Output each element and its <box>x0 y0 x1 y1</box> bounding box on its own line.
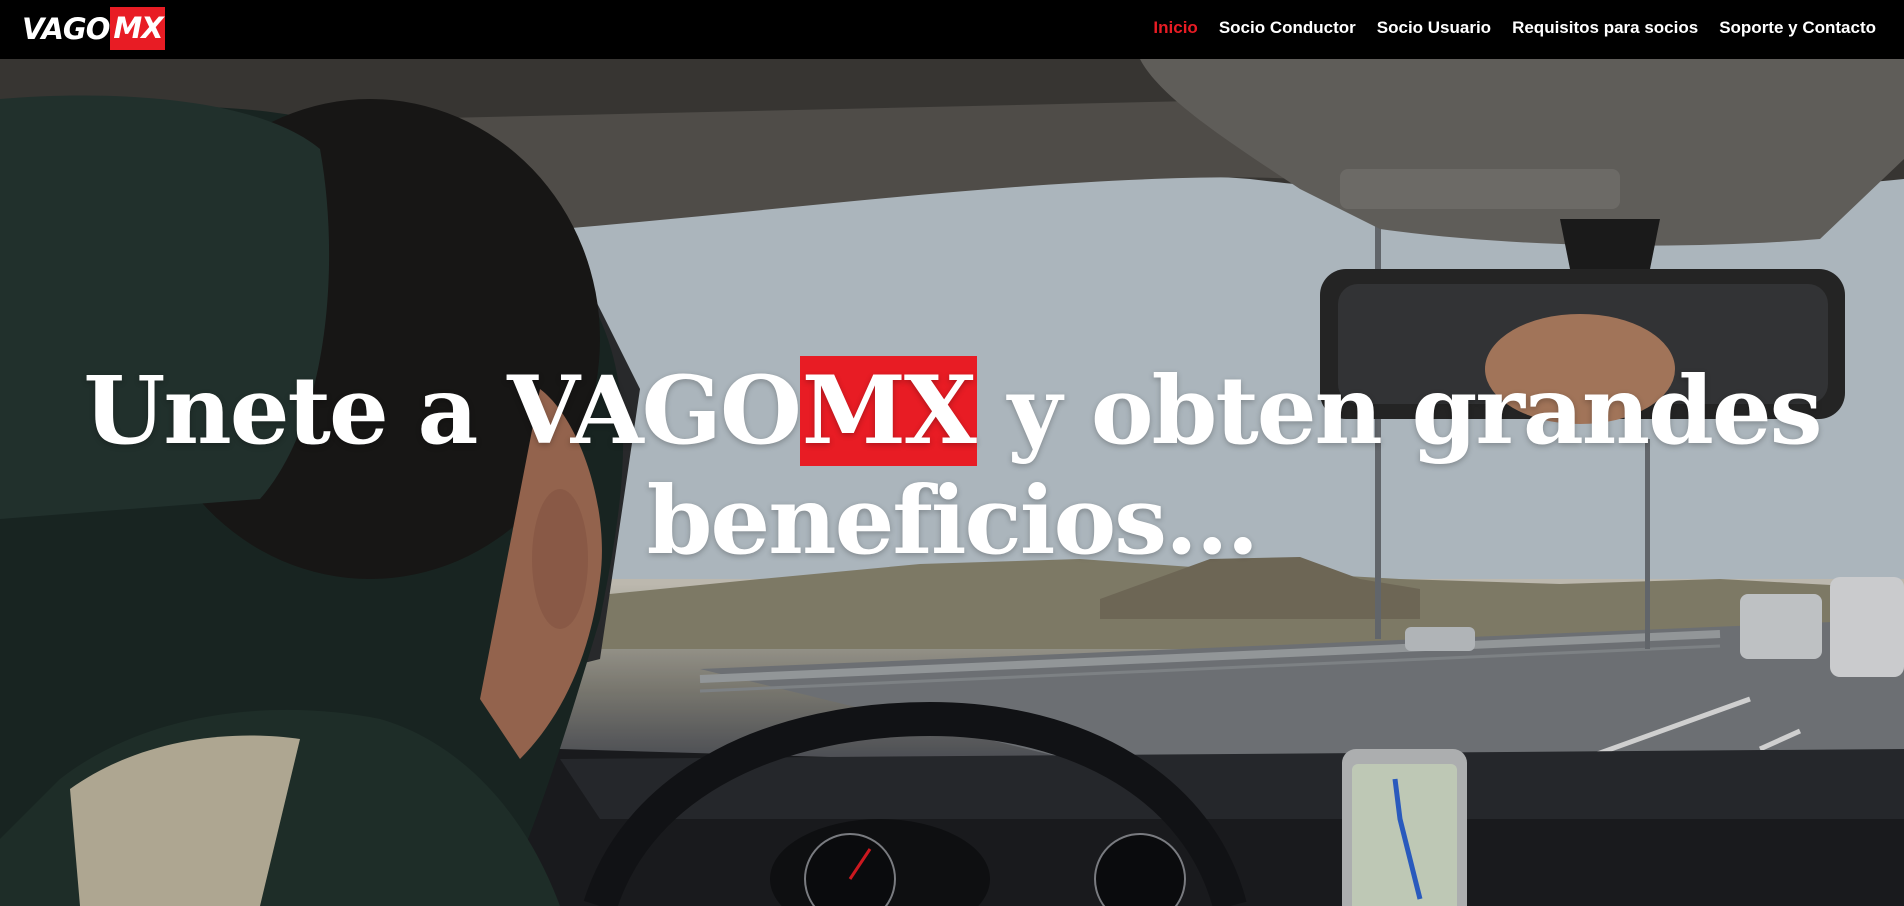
nav-item-socio-usuario[interactable]: Socio Usuario <box>1377 18 1491 38</box>
hero-section: Unete a VAGOMX y obten grandes beneficio… <box>0 59 1904 906</box>
nav-item-inicio[interactable]: Inicio <box>1153 18 1197 38</box>
logo-text-vago: VAGO <box>22 11 110 46</box>
nav-item-soporte-contacto[interactable]: Soporte y Contacto <box>1719 18 1876 38</box>
navbar: VAGO MX Inicio Socio Conductor Socio Usua… <box>0 0 1904 59</box>
page: VAGO MX Inicio Socio Conductor Socio Usua… <box>0 0 1904 906</box>
nav-item-requisitos[interactable]: Requisitos para socios <box>1512 18 1698 38</box>
nav-item-socio-conductor[interactable]: Socio Conductor <box>1219 18 1356 38</box>
site-logo[interactable]: VAGO MX <box>22 7 165 50</box>
hero-title-highlight: MX <box>799 356 977 466</box>
main-nav: Inicio Socio Conductor Socio Usuario Req… <box>1153 0 1876 56</box>
hero-title-before: Unete a VAGO <box>83 356 801 466</box>
hero-title: Unete a VAGOMX y obten grandes beneficio… <box>0 356 1904 576</box>
logo-text-mx: MX <box>110 7 165 50</box>
